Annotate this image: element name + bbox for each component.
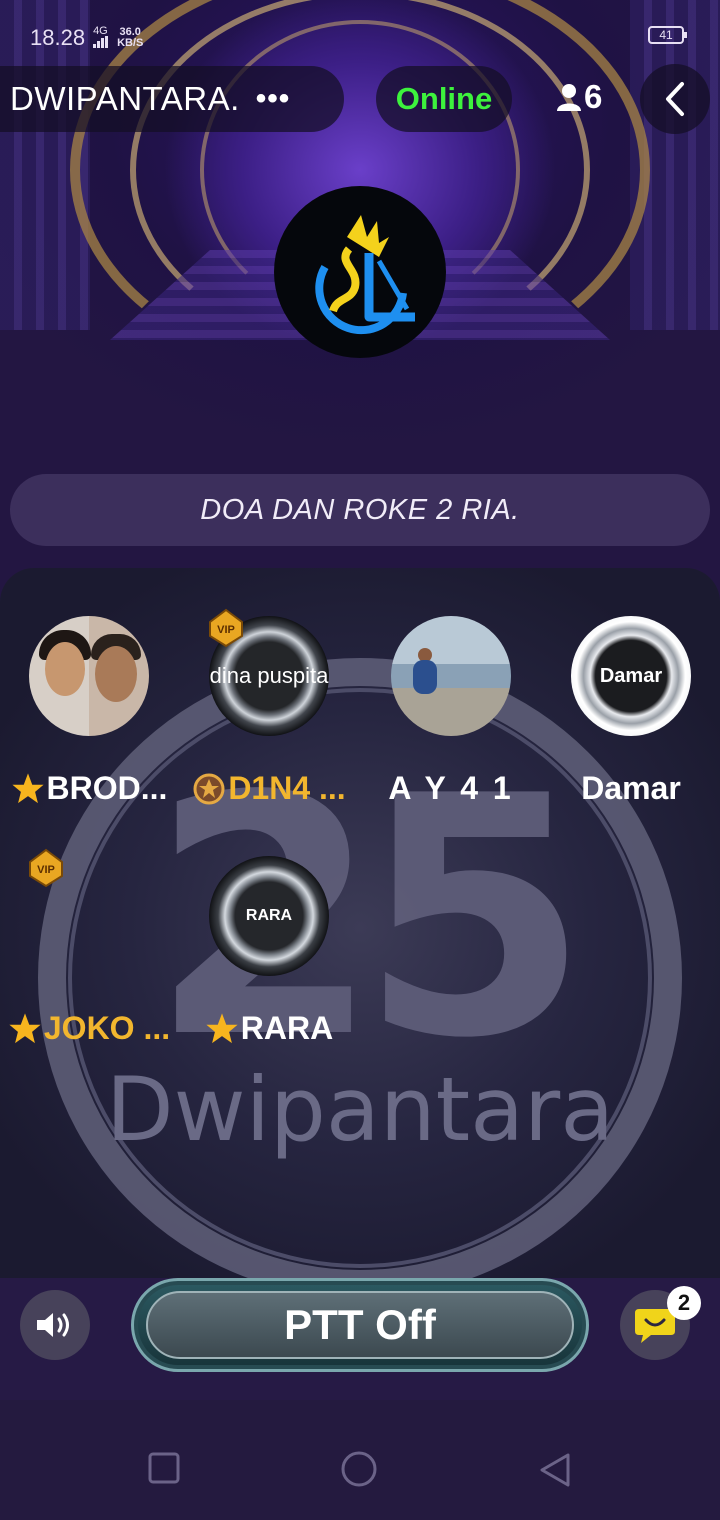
online-status: Online	[376, 66, 512, 132]
phoenix-logo-icon	[315, 215, 415, 335]
seat-name: JOKO ...	[4, 1010, 174, 1047]
seat-4[interactable]: Damar Damar	[546, 616, 716, 807]
seat-name: BROD...	[4, 770, 174, 807]
avatar-label: dina puspita	[209, 663, 329, 688]
room-logo[interactable]	[274, 186, 446, 358]
seat-name-text: A Y 4 1	[388, 770, 514, 806]
avatar-label: RARA	[245, 907, 293, 924]
seat-name-text: RARA	[240, 1010, 334, 1046]
seat-3[interactable]: A Y 4 1	[366, 616, 536, 807]
member-count: 6	[584, 78, 603, 115]
star-icon	[11, 772, 44, 803]
vip-badge-icon: VIP	[29, 848, 63, 888]
vip-badge-icon: VIP	[209, 608, 243, 648]
person-icon	[557, 84, 581, 111]
back-nav-icon[interactable]	[538, 1452, 572, 1488]
seat-name: Damar	[546, 770, 716, 807]
room-panel: 25 Dwipantara BROD... dina puspita VIP D…	[0, 568, 720, 1278]
seat-name-text: Damar	[581, 770, 681, 806]
recents-icon[interactable]	[148, 1452, 180, 1484]
avatar[interactable]	[391, 616, 511, 736]
seat-6[interactable]: RARA RARA	[184, 856, 354, 1047]
star-icon	[9, 1012, 41, 1043]
network-speed: 36.0 KB/S	[117, 27, 143, 49]
room-title: DWIPANTARA.	[10, 80, 240, 117]
home-icon[interactable]	[340, 1450, 378, 1488]
room-title-pill[interactable]: DWIPANTARA. •••	[0, 66, 344, 132]
more-dots-icon[interactable]: •••	[256, 84, 291, 114]
system-nav-bar	[0, 1400, 720, 1520]
speed-unit: KB/S	[117, 37, 144, 49]
avatar[interactable]: Damar	[571, 616, 691, 736]
announcement-text: DOA DAN ROKE 2 RIA.	[200, 493, 520, 526]
speaker-button[interactable]	[20, 1290, 90, 1360]
seat-5[interactable]: VIP JOKO ...	[4, 848, 174, 1047]
status-bar: 18.28 4G 36.0 KB/S	[30, 24, 143, 52]
back-button[interactable]	[640, 64, 710, 134]
speaker-icon	[37, 1313, 69, 1337]
chat-badge: 2	[667, 1286, 701, 1320]
clock: 18.28	[30, 25, 86, 50]
avatar[interactable]	[29, 616, 149, 736]
ptt-label: PTT Off	[284, 1301, 436, 1348]
avatar-label: Damar	[599, 664, 663, 687]
seat-name: A Y 4 1	[366, 770, 536, 807]
signal-icon: 4G	[93, 26, 109, 50]
ptt-button[interactable]: PTT Off	[131, 1278, 589, 1372]
seat-1[interactable]: BROD...	[4, 616, 174, 807]
star-icon	[206, 1012, 238, 1043]
online-label: Online	[395, 81, 493, 116]
svg-text:VIP: VIP	[37, 864, 55, 876]
avatar[interactable]: RARA	[209, 856, 329, 976]
seat-name-text: D1N4 ...	[228, 770, 346, 806]
member-count-button[interactable]: 6	[556, 78, 602, 116]
seat-name-text: JOKO ...	[43, 1010, 171, 1046]
medal-icon	[193, 773, 225, 804]
back-chevron-icon	[666, 82, 684, 116]
svg-text:VIP: VIP	[217, 624, 235, 636]
seat-name: RARA	[184, 1010, 354, 1047]
battery-icon: 41	[648, 26, 687, 44]
seat-name: D1N4 ...	[184, 770, 354, 807]
seat-name-text: BROD...	[46, 770, 168, 806]
background-brand: Dwipantara	[105, 1058, 615, 1161]
seat-2[interactable]: dina puspita VIP D1N4 ...	[184, 608, 354, 807]
announcement-banner: DOA DAN ROKE 2 RIA.	[10, 474, 710, 546]
